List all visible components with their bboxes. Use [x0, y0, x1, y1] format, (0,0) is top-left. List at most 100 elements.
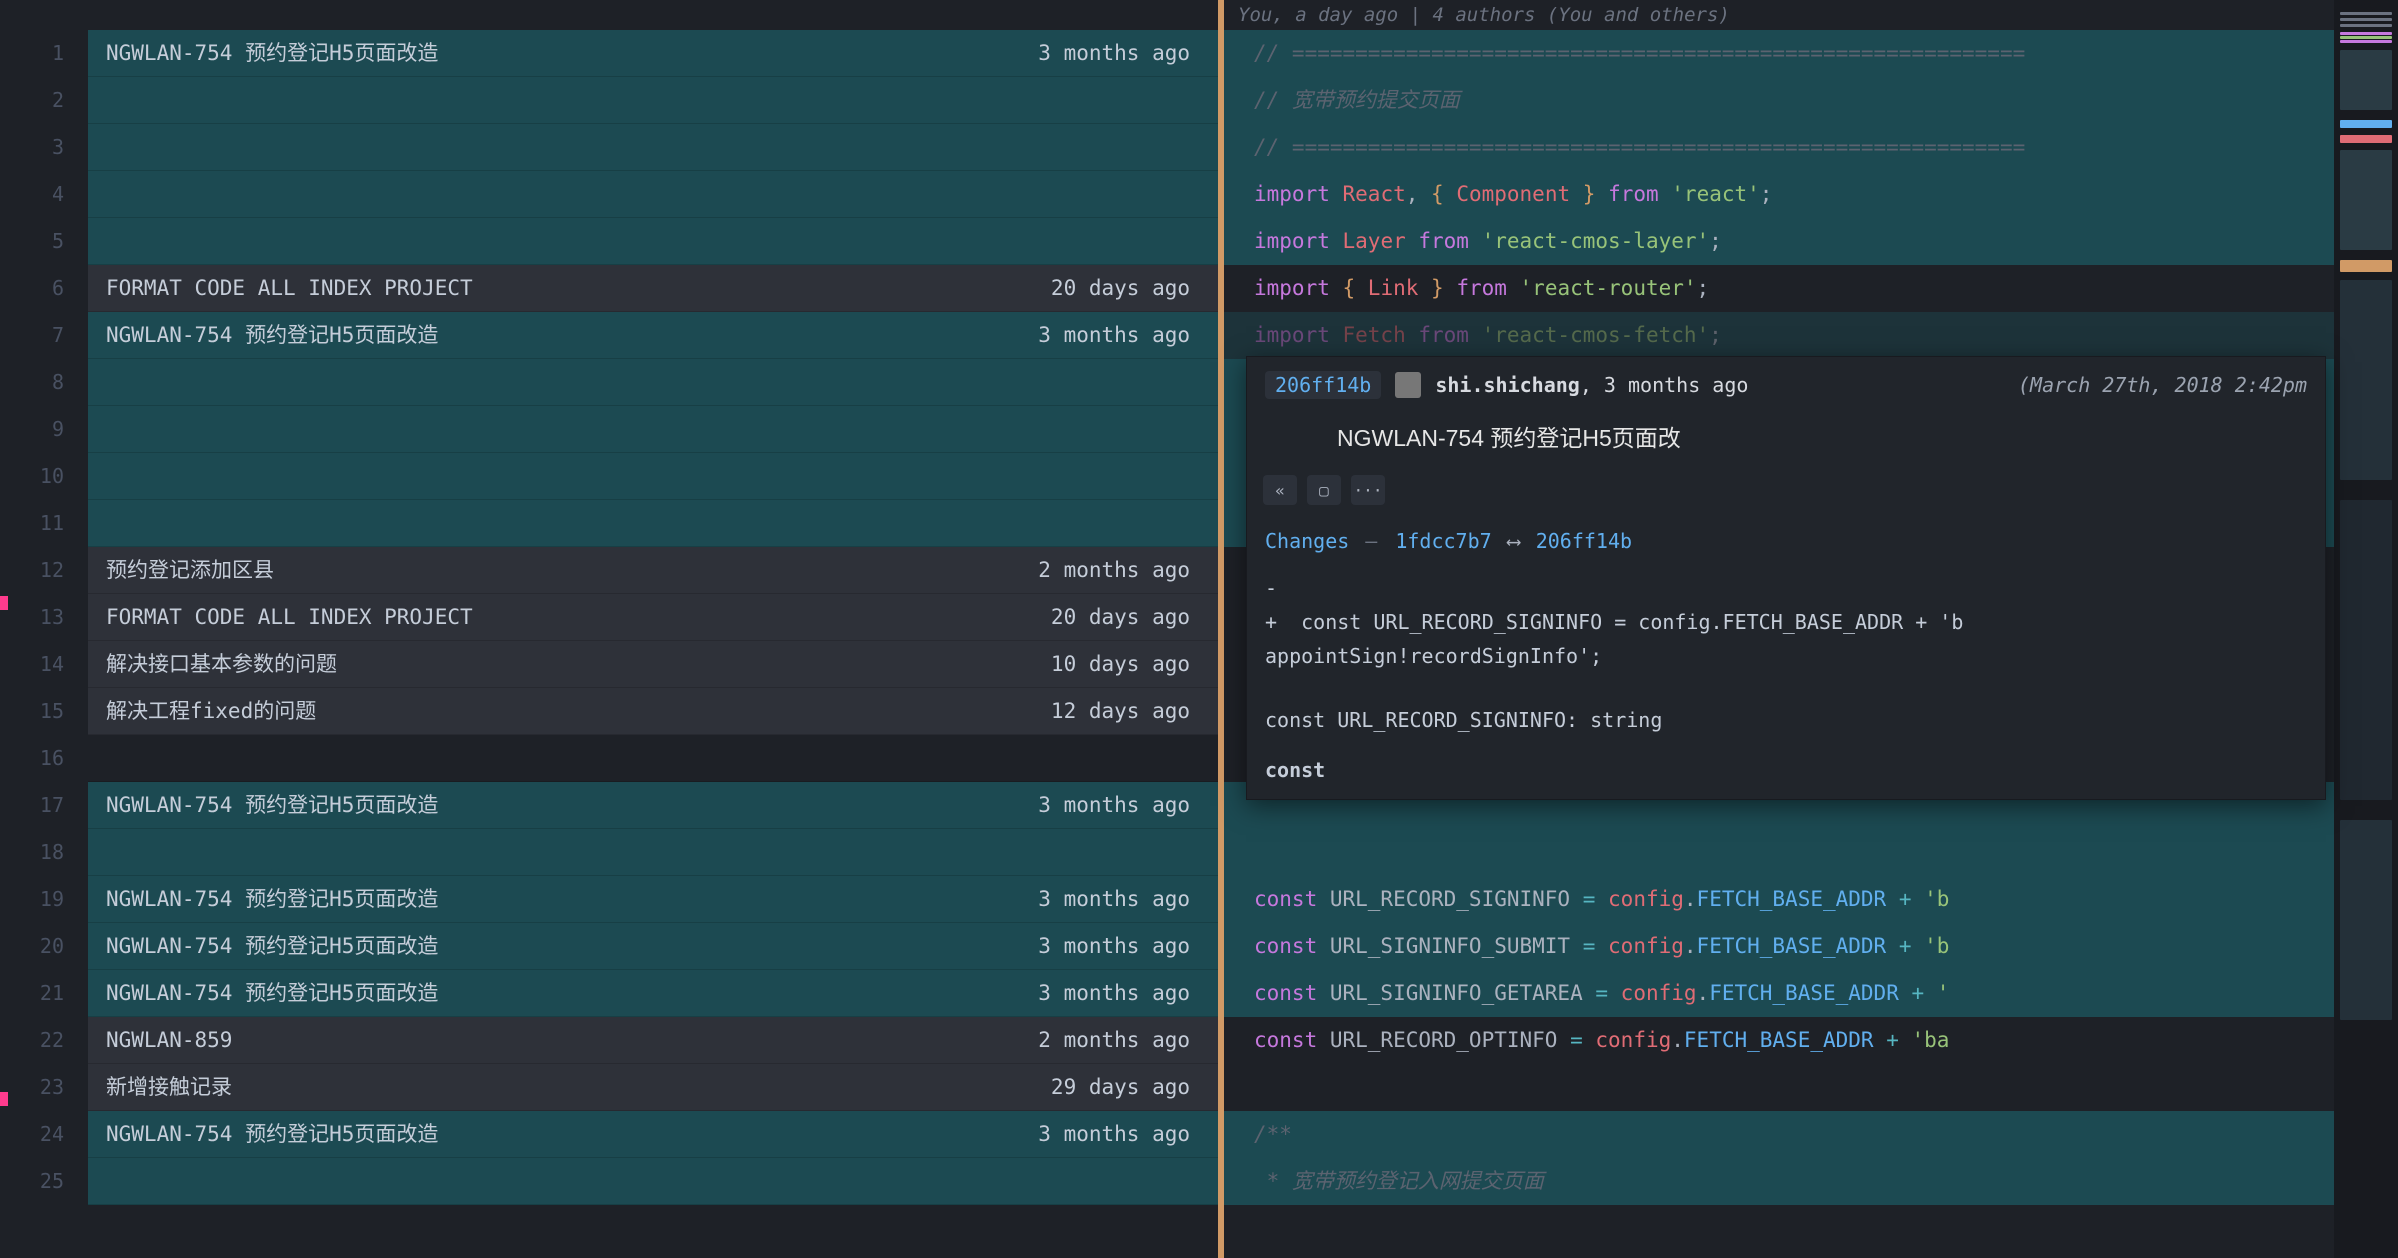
- blame-row[interactable]: FORMAT CODE ALL INDEX PROJECT20 days ago: [88, 265, 1218, 312]
- blame-date: 3 months ago: [1038, 970, 1190, 1016]
- blame-row[interactable]: NGWLAN-754 预约登记H5页面改造3 months ago: [88, 970, 1218, 1017]
- line-number: 5: [0, 218, 88, 265]
- blame-row[interactable]: [88, 218, 1218, 265]
- changes-link[interactable]: Changes: [1265, 529, 1349, 553]
- blame-row[interactable]: NGWLAN-754 预约登记H5页面改造3 months ago: [88, 312, 1218, 359]
- blame-commit-message: 解决工程fixed的问题: [106, 688, 1051, 734]
- code-line[interactable]: import Layer from 'react-cmos-layer';: [1224, 218, 2398, 265]
- blame-date: 3 months ago: [1038, 923, 1190, 969]
- blame-row[interactable]: [88, 735, 1218, 782]
- blame-commit-message: [106, 124, 1190, 170]
- minimap[interactable]: [2334, 0, 2398, 1258]
- line-number: 18: [0, 829, 88, 876]
- blame-commit-message: [106, 829, 1190, 875]
- blame-row[interactable]: [88, 453, 1218, 500]
- blame-date: 2 months ago: [1038, 547, 1190, 593]
- blame-row[interactable]: [88, 171, 1218, 218]
- blame-date: 20 days ago: [1051, 265, 1190, 311]
- blame-row[interactable]: 解决工程fixed的问题12 days ago: [88, 688, 1218, 735]
- blame-commit-message: [106, 500, 1190, 546]
- blame-row[interactable]: NGWLAN-754 预约登记H5页面改造3 months ago: [88, 30, 1218, 77]
- blame-row[interactable]: [88, 406, 1218, 453]
- blame-commit-message: [106, 171, 1190, 217]
- blame-row[interactable]: [88, 77, 1218, 124]
- blame-row[interactable]: [88, 359, 1218, 406]
- line-number: 24: [0, 1111, 88, 1158]
- code-line[interactable]: [1224, 1064, 2398, 1111]
- blame-row[interactable]: 新增接触记录29 days ago: [88, 1064, 1218, 1111]
- code-line[interactable]: /**: [1224, 1111, 2398, 1158]
- line-number: 13: [0, 594, 88, 641]
- line-number: 19: [0, 876, 88, 923]
- diff-removed-line: -: [1265, 571, 2307, 605]
- line-number: 20: [0, 923, 88, 970]
- blame-row[interactable]: FORMAT CODE ALL INDEX PROJECT20 days ago: [88, 594, 1218, 641]
- blame-commit-message: [106, 77, 1190, 123]
- code-line[interactable]: const URL_RECORD_SIGNINFO = config.FETCH…: [1224, 876, 2398, 923]
- code-line[interactable]: * 宽带预约登记入网提交页面: [1224, 1158, 2398, 1205]
- code-line[interactable]: import Fetch from 'react-cmos-fetch';: [1224, 312, 2398, 359]
- blame-commit-message: [106, 1158, 1190, 1204]
- blame-row[interactable]: [88, 500, 1218, 547]
- code-line[interactable]: const URL_SIGNINFO_GETAREA = config.FETC…: [1224, 970, 2398, 1017]
- code-line[interactable]: // =====================================…: [1224, 30, 2398, 77]
- from-sha-link[interactable]: 1fdcc7b7: [1395, 529, 1491, 553]
- blame-commit-message: FORMAT CODE ALL INDEX PROJECT: [106, 594, 1051, 640]
- blame-row[interactable]: 解决接口基本参数的问题10 days ago: [88, 641, 1218, 688]
- blame-date: 3 months ago: [1038, 876, 1190, 922]
- blame-row[interactable]: NGWLAN-754 预约登记H5页面改造3 months ago: [88, 1111, 1218, 1158]
- line-number: 11: [0, 500, 88, 547]
- blame-commit-message: NGWLAN-754 预约登记H5页面改造: [106, 876, 1038, 922]
- blame-date: 3 months ago: [1038, 1111, 1190, 1157]
- line-number: 23: [0, 1064, 88, 1111]
- blame-date: 12 days ago: [1051, 688, 1190, 734]
- code-line[interactable]: const URL_SIGNINFO_SUBMIT = config.FETCH…: [1224, 923, 2398, 970]
- to-sha-link[interactable]: 206ff14b: [1536, 529, 1632, 553]
- code-line[interactable]: // 宽带预约提交页面: [1224, 77, 2398, 124]
- blame-row[interactable]: [88, 1158, 1218, 1205]
- blame-commit-message: NGWLAN-754 预约登记H5页面改造: [106, 782, 1038, 828]
- blame-commit-message: [106, 359, 1190, 405]
- blame-date: 10 days ago: [1051, 641, 1190, 687]
- diff-preview: - + const URL_RECORD_SIGNINFO = config.F…: [1247, 565, 2325, 691]
- blame-row[interactable]: NGWLAN-754 预约登记H5页面改造3 months ago: [88, 782, 1218, 829]
- codelens-authors[interactable]: You, a day ago | 4 authors (You and othe…: [1224, 0, 2398, 30]
- blame-row[interactable]: 预约登记添加区县2 months ago: [88, 547, 1218, 594]
- commit-message: NGWLAN-754 预约登记H5页面改: [1247, 409, 2325, 471]
- code-line[interactable]: import React, { Component } from 'react'…: [1224, 171, 2398, 218]
- blame-row[interactable]: NGWLAN-8592 months ago: [88, 1017, 1218, 1064]
- line-number: 15: [0, 688, 88, 735]
- blame-row[interactable]: [88, 829, 1218, 876]
- blame-row[interactable]: [88, 124, 1218, 171]
- line-number: 4: [0, 171, 88, 218]
- code-line[interactable]: [1224, 829, 2398, 876]
- commit-sha-link[interactable]: 206ff14b: [1265, 371, 1381, 399]
- breakpoint-mark: [0, 1092, 8, 1106]
- code-line[interactable]: // =====================================…: [1224, 124, 2398, 171]
- blame-date: 29 days ago: [1051, 1064, 1190, 1110]
- blame-commit-message: NGWLAN-754 预约登记H5页面改造: [106, 923, 1038, 969]
- blame-date: 3 months ago: [1038, 30, 1190, 76]
- line-number: 14: [0, 641, 88, 688]
- line-number: 25: [0, 1158, 88, 1205]
- open-window-icon[interactable]: ▢: [1307, 475, 1341, 505]
- code-line[interactable]: const URL_RECORD_OPTINFO = config.FETCH_…: [1224, 1017, 2398, 1064]
- line-number: 21: [0, 970, 88, 1017]
- author-avatar: [1395, 372, 1421, 398]
- git-blame-annotations: NGWLAN-754 预约登记H5页面改造3 months agoFORMAT …: [88, 0, 1218, 1258]
- blame-row[interactable]: NGWLAN-754 预约登记H5页面改造3 months ago: [88, 876, 1218, 923]
- line-number: 22: [0, 1017, 88, 1064]
- blame-row[interactable]: NGWLAN-754 预约登记H5页面改造3 months ago: [88, 923, 1218, 970]
- line-number: 12: [0, 547, 88, 594]
- diff-added-line: + const URL_RECORD_SIGNINFO = config.FET…: [1265, 605, 2307, 639]
- line-number: 2: [0, 77, 88, 124]
- compare-arrow-icon: ⟷: [1508, 529, 1520, 553]
- commit-date: (March 27th, 2018 2:42pm: [2018, 373, 2307, 397]
- blame-commit-message: [106, 218, 1190, 264]
- code-line[interactable]: import { Link } from 'react-router';: [1224, 265, 2398, 312]
- more-icon[interactable]: ···: [1351, 475, 1385, 505]
- line-number: 9: [0, 406, 88, 453]
- line-number: 10: [0, 453, 88, 500]
- blame-commit-message: 解决接口基本参数的问题: [106, 641, 1051, 687]
- collapse-left-icon[interactable]: «: [1263, 475, 1297, 505]
